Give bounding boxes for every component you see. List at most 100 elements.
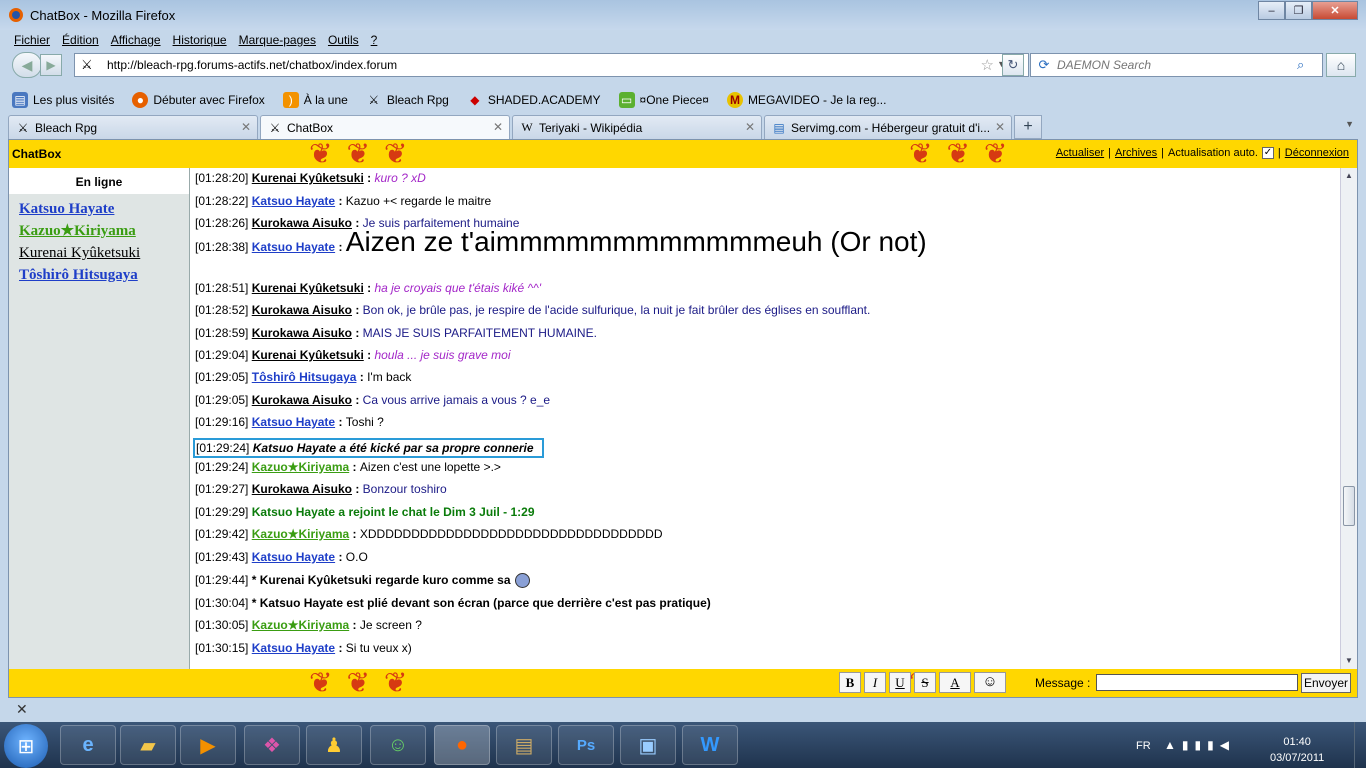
bookmark-most-visited[interactable]: ▤ Les plus visités — [12, 92, 114, 108]
close-tab-icon[interactable]: ✕ — [241, 120, 251, 134]
tray-icons[interactable]: ▲▮▮▮◀ — [1164, 738, 1235, 752]
text-color-button[interactable]: A — [939, 672, 971, 693]
message-username[interactable]: Katsuo Hayate — [252, 641, 335, 655]
bookmark-bleach-rpg[interactable]: ⚔ Bleach Rpg — [366, 92, 448, 108]
message-username[interactable]: Kurokawa Aisuko — [252, 326, 352, 340]
logout-link[interactable]: Déconnexion — [1285, 147, 1349, 159]
menu-marque-pages[interactable]: Marque-pages — [239, 33, 316, 47]
message-username[interactable]: Kazuo★Kiriyama — [252, 618, 349, 632]
strike-button[interactable]: S — [914, 672, 936, 693]
taskbar-explorer[interactable]: ▰ — [120, 725, 176, 765]
message-username[interactable]: Katsuo Hayate — [252, 550, 335, 564]
tab-teriyaki[interactable]: W Teriyaki - Wikipédia ✕ — [512, 115, 762, 139]
menu-historique[interactable]: Historique — [173, 33, 227, 47]
clock[interactable]: 01:40 03/07/2011 — [1270, 734, 1324, 766]
menu-fichier[interactable]: Fichier — [14, 33, 50, 47]
close-tab-icon[interactable]: ✕ — [995, 120, 1005, 134]
message-username[interactable]: Kurokawa Aisuko — [252, 303, 352, 317]
online-user[interactable]: Tôshirô Hitsugaya — [19, 264, 189, 286]
taskbar-word[interactable]: W — [682, 725, 738, 765]
message-username[interactable]: Kurenai Kyûketsuki — [252, 348, 364, 362]
minimize-button[interactable]: – — [1258, 1, 1285, 20]
bold-button[interactable]: B — [839, 672, 861, 693]
underline-button[interactable]: U — [889, 672, 911, 693]
auto-refresh-checkbox[interactable]: ✓ — [1261, 147, 1274, 159]
navigation-bar: ◀ ▶ ⚔ http://bleach-rpg.forums-actifs.ne… — [8, 50, 1358, 80]
restore-button[interactable]: ❐ — [1285, 1, 1312, 20]
refresh-link[interactable]: Actualiser — [1056, 147, 1104, 159]
scroll-up-icon[interactable]: ▲ — [1341, 168, 1357, 184]
language-indicator[interactable]: FR — [1136, 740, 1151, 752]
start-button[interactable]: ⊞ — [4, 724, 48, 768]
taskbar-messenger[interactable]: ☺ — [370, 725, 426, 765]
search-bar[interactable]: ⟳ ⌕ — [1030, 53, 1323, 77]
taskbar-picture-viewer[interactable]: ▣ — [620, 725, 676, 765]
menu-help[interactable]: ? — [371, 33, 378, 47]
message-username[interactable]: Katsuo Hayate — [252, 194, 335, 208]
message-username[interactable]: Kazuo★Kiriyama — [252, 527, 349, 541]
url-text[interactable]: http://bleach-rpg.forums-actifs.net/chat… — [107, 58, 397, 72]
close-window-button[interactable]: ✕ — [1312, 1, 1358, 20]
taskbar-ie[interactable]: e — [60, 725, 116, 765]
chat-message: [01:29:24] Kazuo★Kiriyama : Aizen c'est … — [195, 460, 501, 474]
close-tab-icon[interactable]: ✕ — [745, 120, 755, 134]
message-username[interactable]: Kurenai Kyûketsuki — [252, 281, 364, 295]
online-user[interactable]: Kurenai Kyûketsuki — [19, 242, 189, 264]
reload-button[interactable]: ↻ — [1002, 54, 1024, 76]
message-username[interactable]: Kurokawa Aisuko — [252, 393, 352, 407]
italic-button[interactable]: I — [864, 672, 886, 693]
taskbar-app-4[interactable]: ❖ — [244, 725, 300, 765]
tab-list-icon[interactable]: ▼ — [1345, 119, 1354, 129]
back-button[interactable]: ◀ — [12, 52, 42, 78]
home-button[interactable]: ⌂ — [1326, 53, 1356, 77]
bookmark-one-piece[interactable]: ▭ ¤One Piece¤ — [618, 92, 709, 108]
bleach-icon: ⚔ — [269, 120, 281, 135]
chatbox-header: ChatBox ❦❦❦ ❦❦❦ Actualiser | Archives | Ac… — [9, 140, 1357, 168]
archives-link[interactable]: Archives — [1115, 147, 1157, 159]
taskbar-book[interactable]: ▤ — [496, 725, 552, 765]
menu-affichage[interactable]: Affichage — [111, 33, 161, 47]
message-username[interactable]: Katsuo Hayate — [252, 415, 335, 429]
search-engine-icon[interactable]: ⟳ — [1031, 57, 1057, 73]
online-user[interactable]: Kazuo★Kiriyama — [19, 220, 189, 242]
scroll-down-icon[interactable]: ▼ — [1341, 653, 1357, 669]
show-desktop-button[interactable] — [1354, 722, 1366, 768]
taskbar-media-player[interactable]: ▶ — [180, 725, 236, 765]
menu-edition[interactable]: Édition — [62, 33, 99, 47]
bookmark-shaded-academy[interactable]: ◆ SHADED.ACADEMY — [467, 92, 600, 108]
message-separator: : — [349, 527, 360, 541]
message-username[interactable]: Tôshirô Hitsugaya — [252, 370, 357, 384]
forward-button[interactable]: ▶ — [40, 54, 62, 76]
taskbar-app-5[interactable]: ♟ — [306, 725, 362, 765]
tab-chatbox[interactable]: ⚔ ChatBox ✕ — [260, 115, 510, 139]
bleach-icon: ⚔ — [368, 93, 380, 107]
message-timestamp: [01:28:52] — [195, 303, 249, 317]
message-username[interactable]: Kurokawa Aisuko — [252, 482, 352, 496]
close-tab-icon[interactable]: ✕ — [493, 120, 503, 134]
online-user[interactable]: Katsuo Hayate — [19, 198, 189, 220]
tab-servimg[interactable]: ▤ Servimg.com - Hébergeur gratuit d'i... … — [764, 115, 1012, 139]
bookmark-star-icon[interactable]: ☆ — [981, 56, 994, 74]
chat-message: [01:29:29] Katsuo Hayate a rejoint le ch… — [195, 505, 535, 519]
tab-bleach-rpg[interactable]: ⚔ Bleach Rpg ✕ — [8, 115, 258, 139]
message-username[interactable]: Kurenai Kyûketsuki — [252, 171, 364, 185]
close-find-bar-icon[interactable]: ✕ — [16, 701, 28, 718]
send-button[interactable]: Envoyer — [1301, 673, 1351, 693]
search-input[interactable] — [1057, 58, 1297, 72]
search-icon[interactable]: ⌕ — [1297, 57, 1304, 73]
bookmark-firefox-start[interactable]: ● Débuter avec Firefox — [132, 92, 265, 108]
new-tab-button[interactable]: + — [1014, 115, 1042, 139]
message-text: Kazuo +< regarde le maitre — [345, 194, 492, 208]
message-username[interactable]: Kazuo★Kiriyama — [252, 460, 349, 474]
taskbar-photoshop[interactable]: Ps — [558, 725, 614, 765]
scroll-thumb[interactable] — [1343, 486, 1355, 526]
message-username[interactable]: Katsuo Hayate — [252, 240, 335, 254]
chat-scrollbar[interactable]: ▲ ▼ — [1340, 168, 1357, 669]
taskbar-firefox[interactable]: ● — [434, 725, 490, 765]
bookmark-a-la-une[interactable]: ) À la une — [282, 92, 348, 108]
bookmark-megavideo[interactable]: M MEGAVIDEO - Je la reg... — [726, 92, 886, 108]
url-bar[interactable]: ⚔ http://bleach-rpg.forums-actifs.net/ch… — [74, 53, 1029, 77]
smiley-button[interactable]: ☺ — [974, 672, 1006, 693]
menu-outils[interactable]: Outils — [328, 33, 359, 47]
message-input[interactable] — [1096, 674, 1298, 691]
